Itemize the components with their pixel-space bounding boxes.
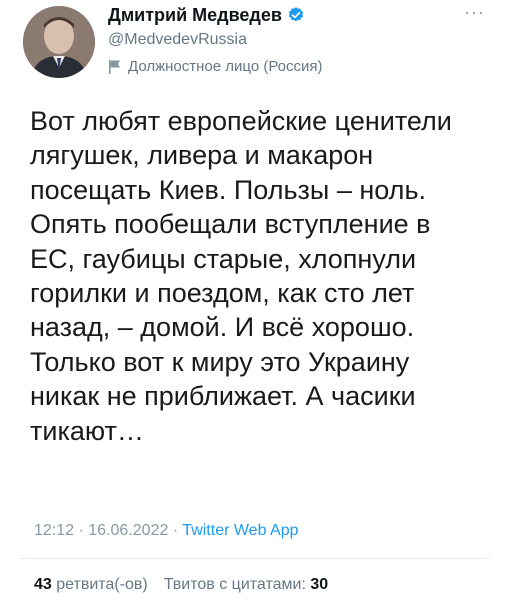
tweet-source[interactable]: Twitter Web App [182,522,298,539]
quotes-stat[interactable]: Твитов с цитатами: 30 [164,576,328,594]
flag-icon [108,59,122,75]
retweets-stat[interactable]: 43 ретвита(-ов) [34,576,148,594]
meta-separator: · [172,522,179,539]
retweets-label: ретвита(-ов) [56,576,148,593]
avatar[interactable] [23,6,95,78]
tweet-stats: 43 ретвита(-ов) Твитов с цитатами: 30 [34,576,328,594]
affiliation-label: Должностное лицо (Россия) [108,58,448,75]
tweet-time[interactable]: 12:12 [34,522,74,539]
author-display-name[interactable]: Дмитрий Медведев [108,4,282,26]
divider [20,558,490,559]
verified-badge-icon [287,6,305,24]
author-handle[interactable]: @MedvedevRussia [108,30,448,50]
tweet-card: Дмитрий Медведев @MedvedevRussia Должнос… [0,0,510,607]
more-options-icon[interactable]: ··· [464,2,485,23]
quotes-label: Твитов с цитатами: [163,576,306,593]
meta-separator: · [78,522,84,539]
tweet-header: Дмитрий Медведев @MedvedevRussia Должнос… [108,4,448,75]
author-name-row[interactable]: Дмитрий Медведев [108,4,448,26]
avatar-portrait-icon [23,6,95,78]
tweet-text: Вот любят европейские ценители лягушек, … [30,106,452,446]
affiliation-label-text: Должностное лицо (Россия) [128,58,323,75]
tweet-meta: 12:12 · 16.06.2022 · Twitter Web App [34,522,299,540]
tweet-date[interactable]: 16.06.2022 [88,522,168,539]
retweets-count: 43 [34,576,52,593]
quotes-count: 30 [310,576,329,593]
